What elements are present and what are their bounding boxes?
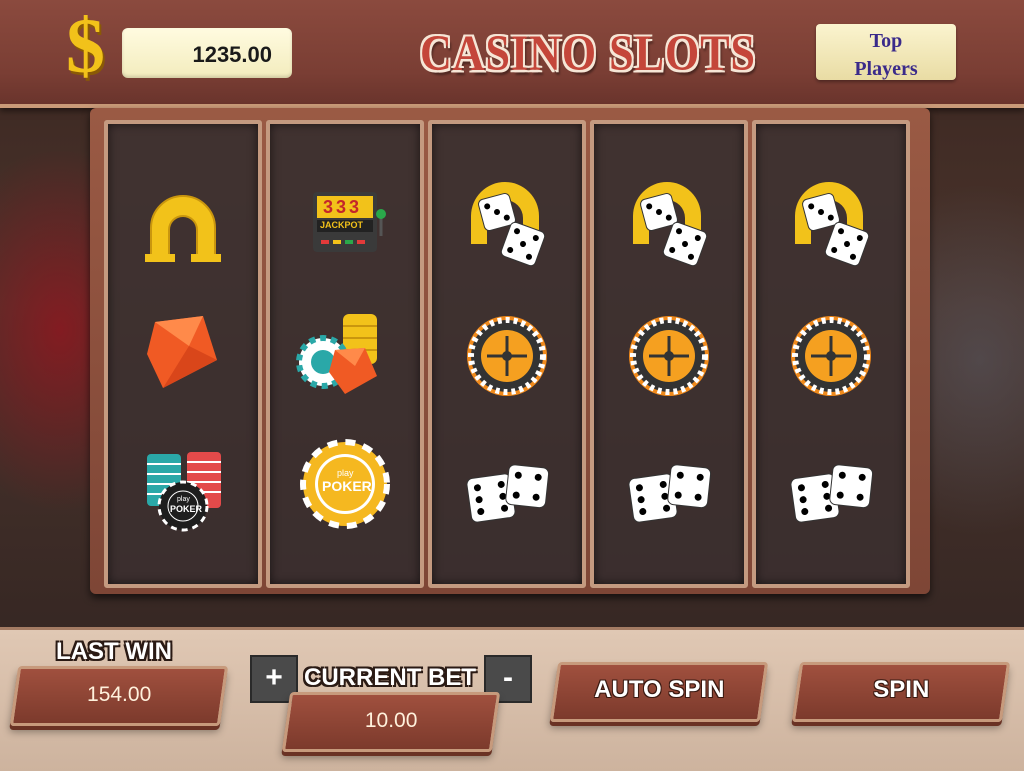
roulette-wheel-icon [791, 316, 871, 396]
dice-pair-icon [790, 464, 874, 523]
roulette-wheel-icon [629, 316, 709, 396]
top-players-label-line1: Top [869, 30, 903, 52]
poker-chip-icon: play POKER [295, 434, 395, 534]
reel-5 [752, 120, 910, 588]
current-bet-value: 10.00 [364, 709, 418, 732]
roulette-wheel-icon [467, 316, 547, 396]
horseshoe-icon [145, 195, 221, 262]
horseshoe-dice-icon [795, 182, 870, 267]
dice-pair-icon [466, 464, 550, 523]
last-win-value: 154.00 [87, 683, 152, 706]
top-players-button[interactable]: Top Players [816, 24, 956, 80]
poker-chip-big-text: POKER [322, 478, 372, 494]
poker-chip-small-text: play [337, 468, 354, 478]
current-bet-display: 10.00 [281, 692, 501, 752]
current-bet-label: CURRENT BET [304, 664, 476, 691]
horseshoe-dice-icon [633, 182, 708, 267]
top-players-label-line2: Players [854, 58, 918, 80]
last-win-label: LAST WIN [56, 638, 172, 665]
jackpot-digits: 333 [323, 197, 363, 217]
spin-label: SPIN [873, 676, 930, 703]
balance-value: 1235.00 [192, 42, 272, 67]
auto-spin-button[interactable]: AUTO SPIN [549, 662, 769, 722]
chip-stack-poker-icon: play POKER [133, 436, 233, 536]
gem-icon [147, 316, 217, 388]
horseshoe-dice-icon [471, 182, 546, 267]
chips-gem-icon [296, 314, 377, 394]
dice-pair-icon [628, 464, 712, 523]
reel-4 [590, 120, 748, 588]
balance-display: 1235.00 [122, 28, 292, 78]
reel-3 [428, 120, 586, 588]
last-win-display: 154.00 [9, 666, 229, 726]
stack-chip-big-text: POKER [170, 504, 203, 514]
dollar-icon: $ [66, 2, 105, 89]
reel-2: 333 JACKPOT play POKER [266, 120, 424, 588]
jackpot-slot-machine-icon: 333 JACKPOT [295, 178, 395, 278]
jackpot-label: JACKPOT [320, 220, 364, 230]
spin-button[interactable]: SPIN [791, 662, 1011, 722]
game-title: CASINO SLOTS [420, 25, 757, 82]
top-bar: $ 1235.00 CASINO SLOTS Top Players [0, 0, 1024, 108]
stack-chip-small-text: play [177, 496, 190, 503]
reel-1: play POKER [104, 120, 262, 588]
control-panel: LAST WIN 154.00 + CURRENT BET - 10.00 AU… [0, 627, 1024, 771]
auto-spin-label: AUTO SPIN [594, 676, 725, 703]
reel-frame: play POKER 333 JACKPOT play POKER [90, 108, 930, 594]
